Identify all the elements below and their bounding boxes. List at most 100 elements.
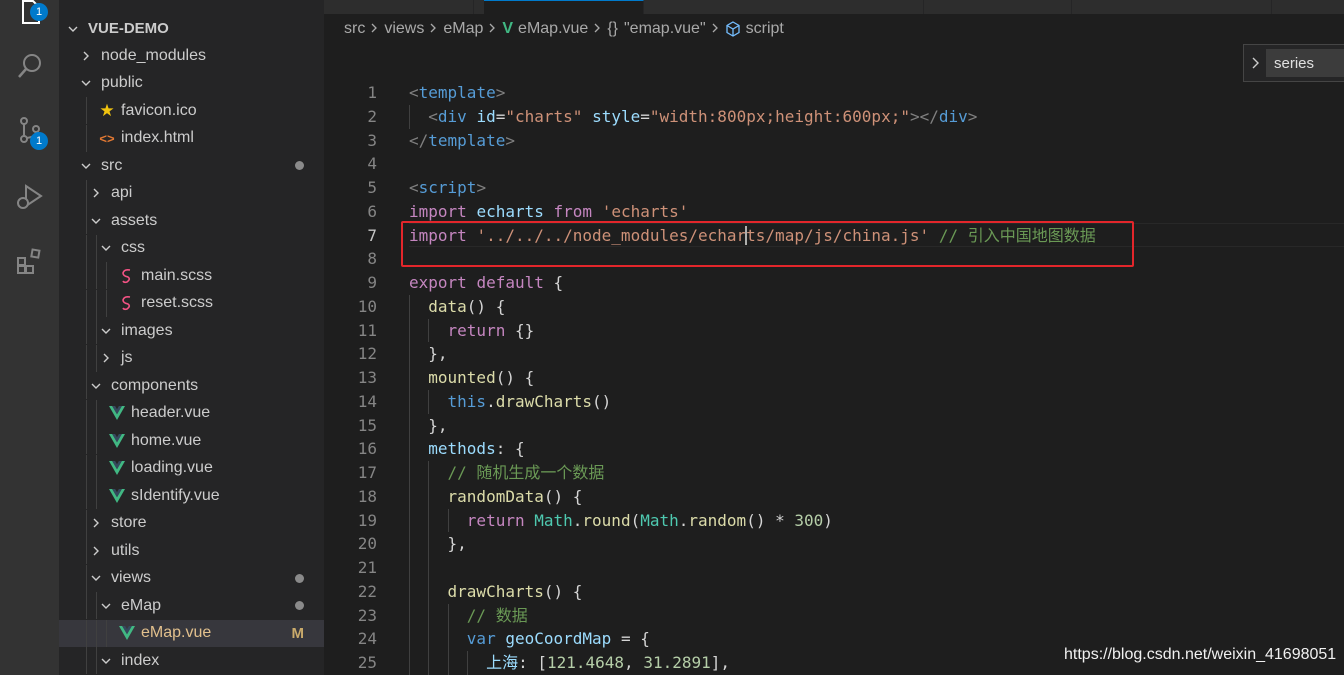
tree-folder[interactable]: public: [59, 70, 324, 98]
code-token: 31.2891: [643, 653, 711, 672]
tab-4[interactable]: [928, 0, 1072, 14]
tree-folder[interactable]: assets: [59, 207, 324, 235]
breadcrumb-emap[interactable]: eMap: [443, 20, 483, 38]
tree-file[interactable]: eMap.vue M: [59, 619, 324, 647]
code-line[interactable]: 14 this.drawCharts(): [324, 389, 1344, 414]
breadcrumb-file[interactable]: eMap.vue: [518, 20, 588, 38]
code-token: this: [447, 391, 487, 411]
tree-file[interactable]: main.scss: [59, 262, 324, 290]
tab-5[interactable]: [1076, 0, 1272, 14]
code-line[interactable]: 16 methods: {: [324, 437, 1344, 461]
code-line[interactable]: 13 mounted() {: [324, 366, 1344, 390]
annotation-red-box: [401, 221, 1134, 267]
code-line[interactable]: 15 },: [324, 413, 1344, 438]
tab-3[interactable]: [654, 0, 924, 14]
tree-folder[interactable]: views: [59, 564, 324, 593]
indent-guide: [96, 262, 97, 289]
code-line[interactable]: 1 <template>: [324, 81, 1344, 105]
source-control-icon[interactable]: [0, 106, 59, 154]
code-line[interactable]: 2 <div id="charts" style="width:800px;he…: [324, 104, 1344, 129]
code-token: return: [466, 510, 525, 530]
tree-folder[interactable]: css: [59, 234, 324, 263]
code-line[interactable]: 12 },: [324, 342, 1344, 366]
code-line[interactable]: 11 return {}: [324, 318, 1344, 343]
code-line[interactable]: 10 data() {: [324, 294, 1344, 319]
code-line[interactable]: 19 return Math.round(Math.random() * 300…: [324, 508, 1344, 533]
tree-file[interactable]: loading.vue: [59, 454, 324, 483]
indent-guide: [96, 289, 97, 317]
tree-folder[interactable]: components: [59, 372, 324, 400]
code-text: </template>: [409, 129, 515, 153]
run-debug-icon[interactable]: [0, 172, 59, 220]
symbol-cube-icon: [725, 21, 741, 37]
line-number: 7: [367, 225, 377, 245]
tree-folder[interactable]: eMap: [59, 592, 324, 620]
breadcrumb-symbol[interactable]: script: [746, 20, 784, 38]
indent-guide: [96, 344, 97, 372]
explorer-root[interactable]: VUE-DEMO: [59, 15, 324, 42]
code-token: Math: [534, 510, 573, 530]
code-line[interactable]: 20 },: [324, 532, 1344, 556]
chevron-right-icon: [429, 20, 438, 38]
tree-folder[interactable]: store: [59, 509, 324, 538]
code-text: methods: {: [409, 437, 524, 461]
tree-folder[interactable]: images: [59, 317, 324, 345]
breadcrumb-object[interactable]: "emap.vue": [624, 20, 706, 38]
tree-file[interactable]: ★ favicon.ico: [59, 97, 324, 125]
indent-guide: [96, 317, 97, 344]
code-token: echarts: [476, 201, 544, 221]
tab-1[interactable]: [324, 0, 474, 14]
code-line[interactable]: 5 <script>: [324, 176, 1344, 200]
code-line[interactable]: 4: [324, 152, 1344, 176]
code-token: {: [543, 273, 564, 292]
code-line[interactable]: 9 export default {: [324, 271, 1344, 295]
search-icon[interactable]: [0, 42, 59, 90]
code-token: >: [476, 178, 487, 197]
sass-file-icon: [119, 268, 135, 284]
code-line[interactable]: 17 // 随机生成一个数据: [324, 461, 1344, 485]
tree-file[interactable]: header.vue: [59, 399, 324, 428]
code-line[interactable]: 21: [324, 556, 1344, 580]
code-token: ,: [624, 653, 644, 672]
extensions-icon[interactable]: [0, 237, 59, 285]
tree-folder[interactable]: src: [59, 152, 324, 180]
tree-file[interactable]: home.vue: [59, 427, 324, 455]
code-token: },: [409, 344, 448, 364]
tab-active[interactable]: [484, 0, 644, 14]
code-line[interactable]: 6 import echarts from 'echarts': [324, 200, 1344, 224]
tree-file[interactable]: reset.scss: [59, 289, 324, 318]
code-token: () {: [543, 486, 583, 506]
tree-folder[interactable]: index: [59, 647, 324, 675]
breadcrumb-views[interactable]: views: [384, 20, 424, 38]
tree-file[interactable]: <> index.html: [59, 124, 324, 153]
breadcrumb-src[interactable]: src: [344, 20, 365, 38]
code-line[interactable]: 3 </template>: [324, 129, 1344, 153]
tree-folder[interactable]: utils: [59, 537, 324, 565]
indent-guide: [96, 234, 97, 262]
line-number: 8: [367, 249, 377, 269]
tree-item-label: assets: [111, 211, 158, 229]
line-number: 18: [357, 486, 377, 506]
code-token: template: [428, 130, 506, 150]
code-token: >: [495, 83, 506, 102]
tree-folder[interactable]: node_modules: [59, 42, 324, 70]
outline-popup[interactable]: series: [1243, 44, 1344, 82]
tree-folder[interactable]: js: [59, 344, 324, 373]
tree-folder[interactable]: api: [59, 179, 324, 208]
code-line[interactable]: 22 drawCharts() {: [324, 579, 1344, 604]
chevron-down-icon: [79, 78, 93, 88]
code-line[interactable]: 18 randomData() {: [324, 484, 1344, 509]
code-token: : [: [518, 653, 547, 672]
git-status-badge: M: [291, 624, 305, 642]
code-line[interactable]: 23 // 数据: [324, 603, 1344, 628]
line-number: 16: [357, 439, 377, 459]
tree-item-label: loading.vue: [131, 459, 213, 477]
tree-file[interactable]: sIdentify.vue: [59, 482, 324, 510]
explorer-icon[interactable]: [0, 0, 59, 36]
